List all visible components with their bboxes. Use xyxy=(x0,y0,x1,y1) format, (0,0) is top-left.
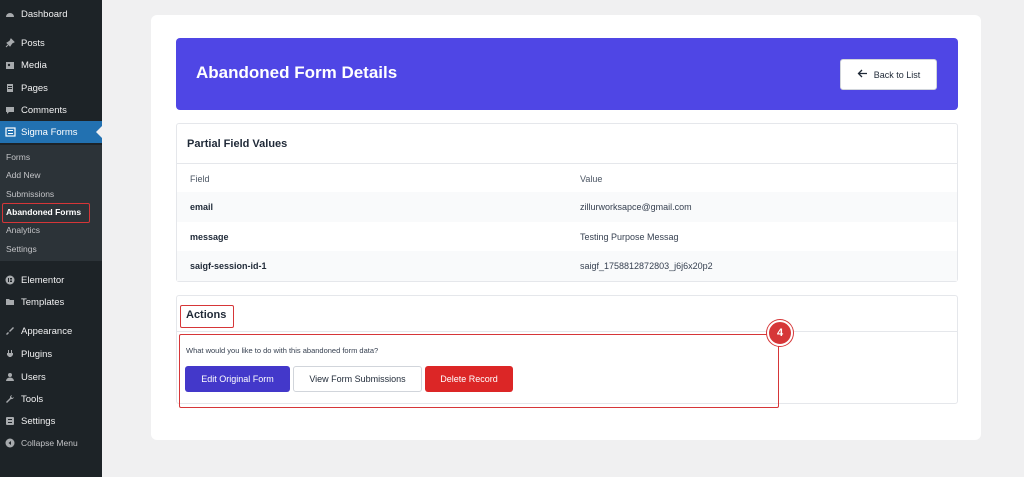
elementor-icon xyxy=(0,275,20,285)
menu-item-posts[interactable]: Posts xyxy=(0,32,102,54)
pin-icon xyxy=(0,38,20,48)
submenu-forms[interactable]: Forms xyxy=(6,152,30,162)
edit-original-form-button[interactable]: Edit Original Form xyxy=(185,366,290,392)
field-value: zillurworksapce@gmail.com xyxy=(580,202,692,212)
partial-field-values-panel: Partial Field Values Field Value email z… xyxy=(176,123,958,282)
submenu-settings[interactable]: Settings xyxy=(6,244,37,254)
active-menu-arrow xyxy=(96,126,102,138)
collapse-menu-button[interactable]: Collapse Menu xyxy=(0,432,102,454)
submenu-submissions[interactable]: Submissions xyxy=(6,189,54,199)
menu-item-appearance[interactable]: Appearance xyxy=(0,320,102,342)
field-name: email xyxy=(190,202,214,212)
submenu-add-new[interactable]: Add New xyxy=(6,170,41,180)
dashboard-icon xyxy=(0,9,20,19)
menu-item-users[interactable]: Users xyxy=(0,366,102,388)
step-number-badge: 4 xyxy=(767,320,793,346)
column-header-field: Field xyxy=(190,174,210,184)
brush-icon xyxy=(0,326,20,336)
field-value: Testing Purpose Messag xyxy=(580,232,679,242)
back-to-list-button[interactable]: Back to List xyxy=(840,59,937,90)
user-icon xyxy=(0,372,20,382)
field-name: saigf-session-id-1 xyxy=(190,261,267,271)
field-name: message xyxy=(190,232,229,242)
settings-icon xyxy=(0,416,20,426)
table-header-row: Field Value xyxy=(177,164,957,194)
folder-icon xyxy=(0,297,20,307)
menu-item-elementor[interactable]: Elementor xyxy=(0,269,102,291)
menu-item-pages[interactable]: Pages xyxy=(0,77,102,99)
menu-item-plugins[interactable]: Plugins xyxy=(0,343,102,365)
plugin-icon xyxy=(0,349,20,359)
form-icon xyxy=(0,127,20,137)
collapse-icon xyxy=(0,438,20,448)
submenu-analytics[interactable]: Analytics xyxy=(6,225,40,235)
delete-record-button[interactable]: Delete Record xyxy=(425,366,513,392)
admin-sidebar: Dashboard Posts Media Pages Comments Sig… xyxy=(0,0,102,477)
menu-item-dashboard[interactable]: Dashboard xyxy=(0,3,102,25)
table-row: saigf-session-id-1 saigf_1758812872803_j… xyxy=(177,251,957,281)
divider xyxy=(177,331,957,332)
page-header-banner: Abandoned Form Details Back to List xyxy=(176,38,958,110)
panel-title: Partial Field Values xyxy=(187,138,288,150)
actions-title-highlight xyxy=(180,305,234,328)
view-form-submissions-button[interactable]: View Form Submissions xyxy=(293,366,422,392)
menu-item-tools[interactable]: Tools xyxy=(0,388,102,410)
back-to-list-label: Back to List xyxy=(873,69,921,80)
menu-item-media[interactable]: Media xyxy=(0,54,102,76)
menu-item-templates[interactable]: Templates xyxy=(0,291,102,313)
page-title: Abandoned Form Details xyxy=(196,63,398,82)
abandoned-forms-highlight xyxy=(2,203,90,223)
wrench-icon xyxy=(0,394,20,404)
media-icon xyxy=(0,60,20,70)
field-value: saigf_1758812872803_j6j6x20p2 xyxy=(580,261,713,271)
table-row: message Testing Purpose Messag xyxy=(177,222,957,252)
menu-item-comments[interactable]: Comments xyxy=(0,99,102,121)
pages-icon xyxy=(0,83,20,93)
comment-icon xyxy=(0,105,20,115)
arrow-left-icon xyxy=(857,69,868,80)
column-header-value: Value xyxy=(580,174,603,184)
menu-item-settings[interactable]: Settings xyxy=(0,410,102,432)
menu-item-sigma-forms[interactable]: Sigma Forms xyxy=(0,121,102,143)
table-row: email zillurworksapce@gmail.com xyxy=(177,192,957,222)
